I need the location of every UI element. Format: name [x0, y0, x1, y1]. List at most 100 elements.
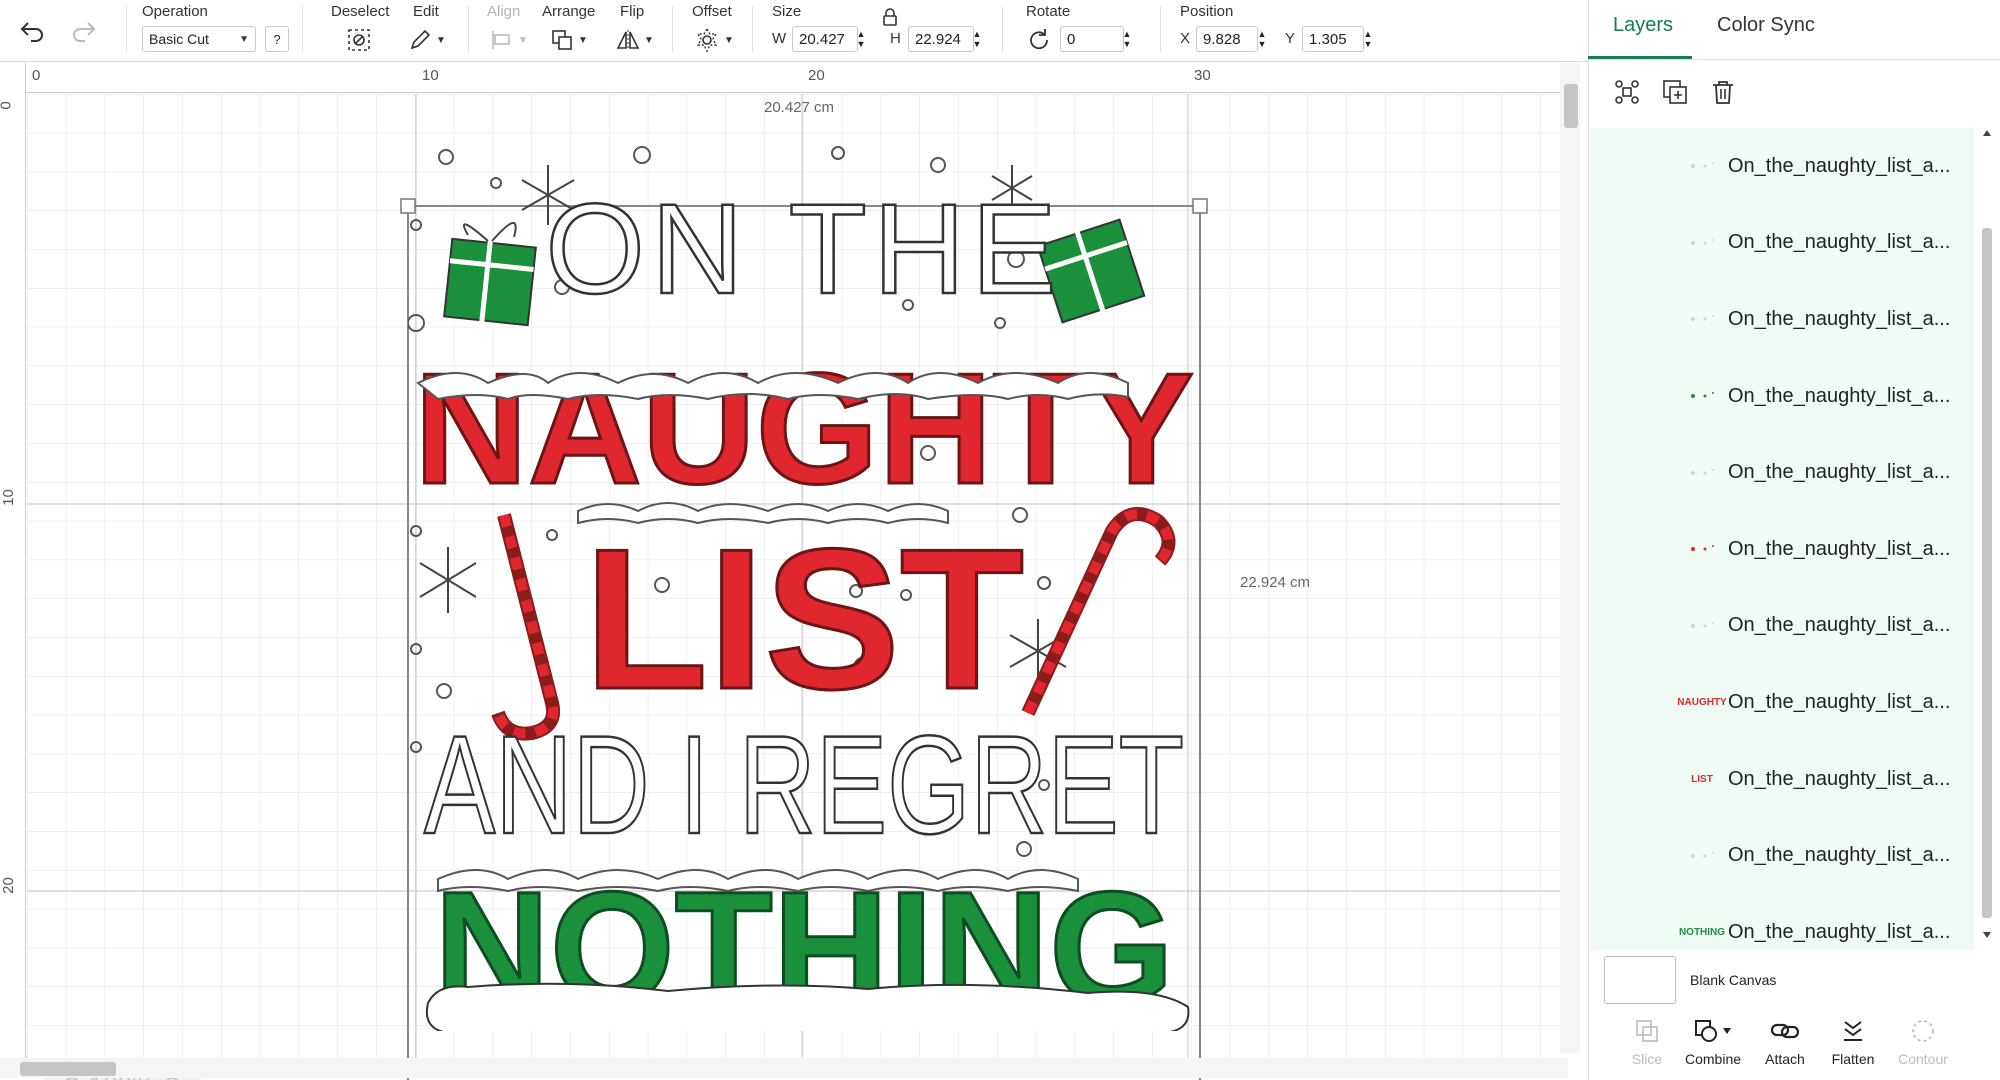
- layer-thumbnail: [1682, 156, 1722, 176]
- layer-thumbnail: [1682, 309, 1722, 329]
- undo-icon: [20, 22, 43, 42]
- slice-button[interactable]: Slice: [1610, 1018, 1684, 1078]
- layer-name: On_the_naughty_list_a...: [1728, 231, 1951, 254]
- align-icon: [492, 31, 510, 49]
- layer-row[interactable]: LIST On_the_naughty_list_a...: [1590, 741, 1974, 818]
- combine-icon: [1693, 1018, 1733, 1047]
- height-stepper[interactable]: ▲ ▼: [970, 26, 984, 52]
- position-y-stepper[interactable]: ▲ ▼: [1361, 26, 1375, 52]
- chevron-down-icon: ▼: [436, 34, 446, 46]
- blank-canvas-swatch[interactable]: [1604, 956, 1676, 1004]
- design-artwork[interactable]: ON THE NAUGHTY LIST AND I REGRET NOTHING: [408, 143, 1200, 1031]
- vertical-ruler: 0 10 20: [0, 63, 26, 1063]
- chevron-down-icon: ▼: [644, 34, 654, 46]
- flatten-label: Flatten: [1831, 1051, 1875, 1067]
- group-icon: [1615, 80, 1639, 104]
- tab-color-sync[interactable]: Color Sync: [1717, 14, 1815, 37]
- redo-icon: [73, 22, 96, 42]
- position-y-value: 1.305: [1309, 30, 1347, 48]
- undo-button[interactable]: [14, 14, 50, 48]
- rotate-label: Rotate: [1026, 3, 1071, 20]
- combine-button[interactable]: Combine: [1676, 1018, 1750, 1078]
- arrange-button[interactable]: ▼: [550, 26, 588, 54]
- offset-button[interactable]: ▼: [694, 26, 734, 54]
- redo-button[interactable]: [66, 14, 102, 48]
- layer-row[interactable]: On_the_naughty_list_a...: [1590, 281, 1974, 358]
- align-label: Align: [487, 3, 521, 20]
- position-x-stepper[interactable]: ▲ ▼: [1255, 26, 1269, 52]
- separator: [1002, 6, 1003, 52]
- layer-name: On_the_naughty_list_a...: [1728, 614, 1951, 637]
- height-readout: 22.924 cm: [1240, 574, 1311, 591]
- rotate-input[interactable]: 0: [1060, 26, 1124, 52]
- layer-row[interactable]: NOTHING On_the_naughty_list_a...: [1590, 894, 1974, 950]
- horizontal-ruler: 0 10 20 30: [0, 63, 1568, 93]
- separator: [302, 6, 303, 52]
- layer-row[interactable]: On_the_naughty_list_a...: [1590, 358, 1974, 435]
- layer-row[interactable]: On_the_naughty_list_a...: [1590, 434, 1974, 511]
- contour-label: Contour: [1898, 1051, 1948, 1067]
- layer-row[interactable]: On_the_naughty_list_a...: [1590, 817, 1974, 894]
- design-line-4: AND I REGRET: [424, 706, 1184, 863]
- attach-button[interactable]: Attach: [1748, 1018, 1822, 1078]
- help-button[interactable]: ?: [265, 26, 289, 52]
- design-line-3: LIST: [584, 508, 1024, 731]
- flatten-icon: [1840, 1018, 1866, 1047]
- edit-button[interactable]: ▼: [408, 26, 446, 54]
- duplicate-button[interactable]: [1661, 78, 1689, 111]
- layer-row[interactable]: On_the_naughty_list_a...: [1590, 511, 1974, 588]
- flip-button[interactable]: ▼: [616, 26, 654, 54]
- design-line-2: NAUGHTY: [414, 341, 1194, 517]
- layer-row[interactable]: On_the_naughty_list_a...: [1590, 128, 1974, 205]
- horizontal-scroll-thumb[interactable]: [20, 1062, 116, 1076]
- width-stepper[interactable]: ▲ ▼: [854, 26, 868, 52]
- rotate-icon: [1030, 29, 1048, 50]
- arrange-icon: [552, 30, 572, 50]
- flatten-button[interactable]: Flatten: [1816, 1018, 1890, 1078]
- blank-canvas-label: Blank Canvas: [1690, 972, 1777, 988]
- ruler-tick-label: 20: [0, 877, 17, 894]
- group-button[interactable]: [1613, 78, 1641, 111]
- pencil-icon: [410, 29, 431, 50]
- separator: [126, 6, 127, 52]
- layer-thumbnail: [1682, 463, 1722, 483]
- horizontal-scrollbar[interactable]: [0, 1058, 1568, 1078]
- offset-label: Offset: [692, 3, 732, 20]
- delete-button[interactable]: [1709, 78, 1737, 111]
- layer-row[interactable]: NAUGHTY On_the_naughty_list_a...: [1590, 664, 1974, 741]
- trash-icon: [1713, 81, 1733, 104]
- height-input[interactable]: 22.924: [908, 26, 974, 52]
- vertical-scroll-thumb[interactable]: [1564, 84, 1578, 128]
- tab-layers[interactable]: Layers: [1613, 14, 1673, 37]
- align-button[interactable]: ▼: [490, 26, 528, 54]
- ruler-tick-label: 10: [422, 67, 439, 84]
- combine-label: Combine: [1684, 1051, 1742, 1067]
- rotate-value: 0: [1067, 30, 1076, 48]
- width-value: 20.427: [799, 30, 845, 48]
- size-label: Size: [772, 3, 802, 20]
- rotate-button[interactable]: [1026, 26, 1052, 54]
- position-x-input[interactable]: 9.828: [1196, 26, 1258, 52]
- slice-label: Slice: [1631, 1051, 1663, 1067]
- layer-name: On_the_naughty_list_a...: [1728, 920, 1951, 943]
- layer-thumbnail: [1682, 846, 1722, 866]
- design-line-1: ON THE: [545, 178, 1062, 321]
- chevron-down-icon: ▼: [578, 34, 588, 46]
- width-input[interactable]: 20.427: [792, 26, 858, 52]
- rotate-stepper[interactable]: ▲ ▼: [1120, 26, 1134, 52]
- layer-thumbnail: [1682, 616, 1722, 636]
- slice-icon: [1634, 1018, 1660, 1047]
- contour-button[interactable]: Contour: [1886, 1018, 1960, 1078]
- height-axis-label: H: [890, 30, 901, 47]
- position-x-value: 9.828: [1203, 30, 1241, 48]
- deselect-button[interactable]: [346, 26, 372, 54]
- operation-select[interactable]: Basic Cut ▼: [142, 26, 256, 52]
- position-y-input[interactable]: 1.305: [1302, 26, 1364, 52]
- lock-icon[interactable]: [882, 8, 898, 31]
- layer-row[interactable]: On_the_naughty_list_a...: [1590, 588, 1974, 665]
- x-axis-label: X: [1180, 30, 1191, 47]
- vertical-scrollbar[interactable]: [1560, 63, 1580, 1053]
- layer-row[interactable]: On_the_naughty_list_a...: [1590, 205, 1974, 282]
- canvas-area[interactable]: 0 10 20 30 0 10 20 20.427 cm 22.924 cm: [0, 63, 1568, 1080]
- layer-list-scrollbar[interactable]: [1980, 128, 1994, 940]
